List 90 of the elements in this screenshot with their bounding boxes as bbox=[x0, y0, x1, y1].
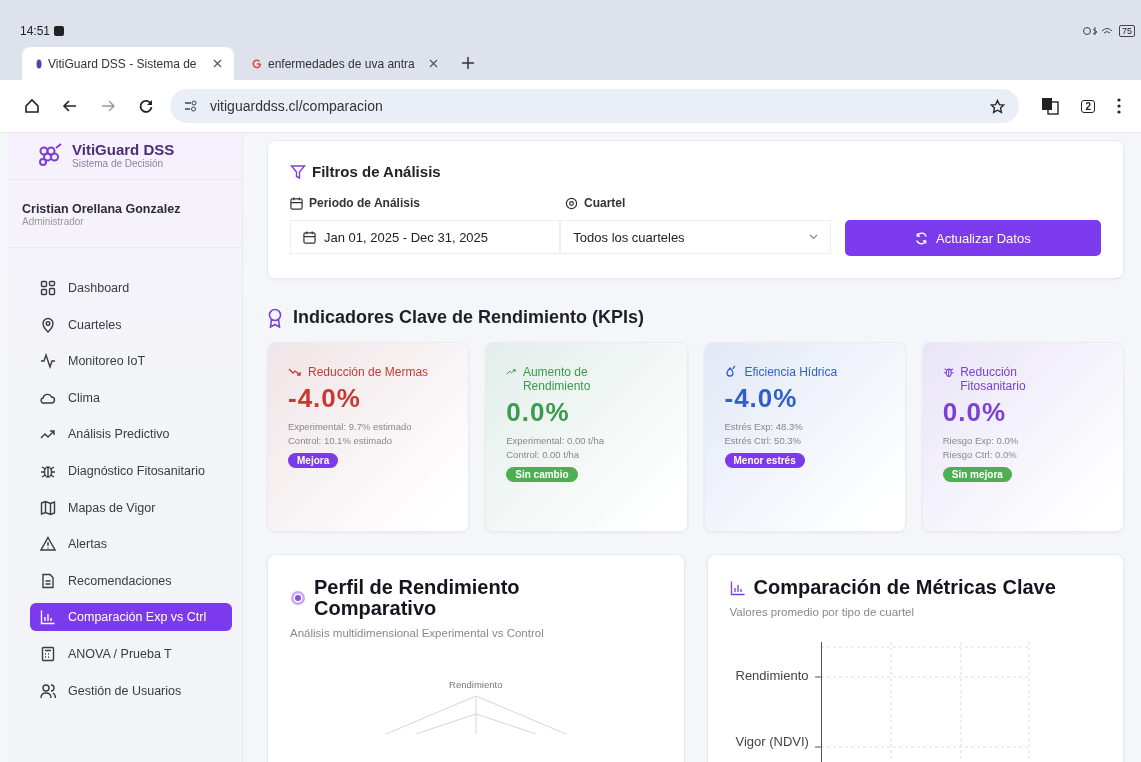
tab-count-button[interactable]: 2 bbox=[1081, 99, 1095, 113]
browser-tab[interactable]: VitiGuard DSS - Sistema de bbox=[22, 47, 234, 80]
grid-icon bbox=[40, 280, 56, 296]
forward-icon[interactable] bbox=[100, 98, 116, 114]
tab-title: enfermedades de uva antra bbox=[268, 56, 416, 71]
brand-tagline: Sistema de Decisión bbox=[72, 158, 165, 169]
sidebar-item[interactable]: Mapas de Vigor bbox=[30, 493, 232, 522]
doc-icon bbox=[40, 572, 56, 589]
filter-icon bbox=[290, 163, 306, 180]
kpi-detail: Estrés Exp: 48.3% bbox=[724, 420, 803, 434]
home-icon[interactable] bbox=[24, 98, 40, 114]
sidebar-item[interactable]: Comparación Exp vs Ctrl bbox=[30, 603, 232, 632]
user-name: Cristian Orellana Gonzalez bbox=[22, 202, 182, 216]
sidebar-item[interactable]: Monitoreo IoT bbox=[30, 347, 232, 376]
status-badge: Menor estrés bbox=[724, 453, 805, 468]
field-label: Periodo de Análisis bbox=[309, 196, 420, 210]
bug-icon bbox=[942, 365, 955, 379]
browser-tab[interactable]: enfermedades de uva antra bbox=[238, 47, 450, 80]
kpi-title: Aumento de Rendimiento bbox=[522, 365, 592, 393]
cuartel-dropdown[interactable]: Todos los cuarteles bbox=[560, 220, 831, 254]
kpi-detail: Experimental: 0.00 t/ha bbox=[506, 434, 604, 448]
award-icon bbox=[267, 307, 283, 328]
filter-title: Filtros de Análisis bbox=[312, 163, 441, 180]
bars-icon bbox=[40, 609, 56, 626]
panel-title: Comparación de Métricas Clave bbox=[753, 577, 1056, 598]
sidebar-item[interactable]: Alertas bbox=[30, 530, 232, 559]
sidebar-item[interactable]: Cuarteles bbox=[30, 310, 232, 339]
status-time: 14:51 bbox=[20, 24, 51, 38]
calc-icon bbox=[40, 645, 56, 662]
status-badge: Sin mejora bbox=[942, 467, 1012, 482]
new-tab-icon[interactable] bbox=[462, 57, 474, 69]
status-icons-drawing bbox=[1083, 26, 1115, 36]
date-range-field[interactable]: Jan 01, 2025 - Dec 31, 2025 bbox=[290, 220, 561, 254]
kpi-detail: Control: 10.1% estimado bbox=[288, 434, 393, 448]
sidebar-item[interactable]: Recomendaciones bbox=[30, 566, 232, 595]
address-field[interactable]: vitiguarddss.cl/comparacion bbox=[170, 89, 1020, 123]
kpi-detail: Riesgo Exp: 0.0% bbox=[942, 434, 1019, 448]
kpi-value: 0.0% bbox=[942, 397, 1006, 428]
kpi-detail: Control: 0.00 t/ha bbox=[506, 448, 580, 462]
field-label: Cuartel bbox=[584, 196, 626, 210]
translate-icon[interactable] bbox=[1041, 97, 1060, 115]
panel-subtitle: Análisis multidimensional Experimental vs Control bbox=[290, 627, 545, 639]
kpi-value: 0.0% bbox=[506, 397, 570, 428]
kpi-title: Eficiencia Hídrica bbox=[744, 365, 838, 379]
close-icon[interactable] bbox=[213, 59, 222, 68]
calendar-icon bbox=[290, 196, 303, 210]
kpi-title: Reducción de Mermas bbox=[308, 365, 429, 379]
alert-icon bbox=[40, 536, 56, 553]
close-icon[interactable] bbox=[429, 59, 438, 68]
kpi-title: Reducción Fitosanitario bbox=[960, 365, 1027, 393]
kpi-detail: Experimental: 9.7% estimado bbox=[288, 420, 412, 434]
kpi-value: -4.0% bbox=[288, 383, 361, 414]
sidebar-item[interactable]: Análisis Predictivo bbox=[30, 420, 232, 449]
calendar-icon bbox=[303, 230, 316, 244]
pulse-icon bbox=[40, 353, 56, 370]
panel-title: Perfil de Rendimiento Comparativo bbox=[314, 577, 521, 619]
sidebar-item[interactable]: Clima bbox=[30, 383, 232, 412]
menu-icon[interactable] bbox=[1117, 98, 1121, 114]
brand-name: VitiGuard DSS bbox=[72, 141, 175, 158]
users-icon bbox=[40, 682, 56, 699]
tab-title: VitiGuard DSS - Sistema de bbox=[48, 56, 198, 71]
chevron-icon bbox=[808, 234, 818, 240]
target-icon bbox=[290, 590, 306, 606]
bar-chart-icon bbox=[729, 579, 746, 596]
map-icon bbox=[40, 499, 56, 516]
user-role: Administrador bbox=[22, 216, 85, 227]
google-icon bbox=[252, 58, 262, 69]
axis-label: Rendimiento bbox=[449, 679, 503, 690]
kpi-detail: Riesgo Ctrl: 0.0% bbox=[942, 448, 1017, 462]
status-badge: Mejora bbox=[288, 453, 339, 468]
reload-icon[interactable] bbox=[138, 98, 154, 114]
sidebar-item[interactable]: Gestión de Usuarios bbox=[30, 676, 232, 705]
sidebar-item[interactable]: Diagnóstico Fitosanitario bbox=[30, 456, 232, 485]
kpi-detail: Estrés Ctrl: 50.3% bbox=[724, 434, 802, 448]
sidebar-item[interactable]: Dashboard bbox=[30, 274, 232, 302]
refresh-icon bbox=[915, 231, 928, 245]
grapes-icon bbox=[38, 143, 64, 167]
status-badge: Sin cambio bbox=[506, 467, 578, 482]
kpi-section-title: Indicadores Clave de Rendimiento (KPIs) bbox=[293, 307, 645, 328]
sidebar-item[interactable]: ANOVA / Prueba T bbox=[30, 639, 232, 668]
kpi-value: -4.0% bbox=[724, 383, 798, 414]
notification-icon bbox=[54, 26, 65, 36]
axis-label: Rendimiento bbox=[735, 668, 809, 684]
back-icon[interactable] bbox=[62, 98, 78, 114]
axis-label: Vigor (NDVI) bbox=[735, 734, 809, 750]
battery-level: 75 bbox=[1119, 25, 1135, 37]
star-icon[interactable] bbox=[990, 98, 1006, 114]
site-settings-icon[interactable] bbox=[184, 100, 198, 112]
panel-subtitle: Valores promedio por tipo de cuartel bbox=[729, 606, 916, 618]
update-button[interactable]: Actualizar Datos bbox=[844, 220, 1101, 256]
